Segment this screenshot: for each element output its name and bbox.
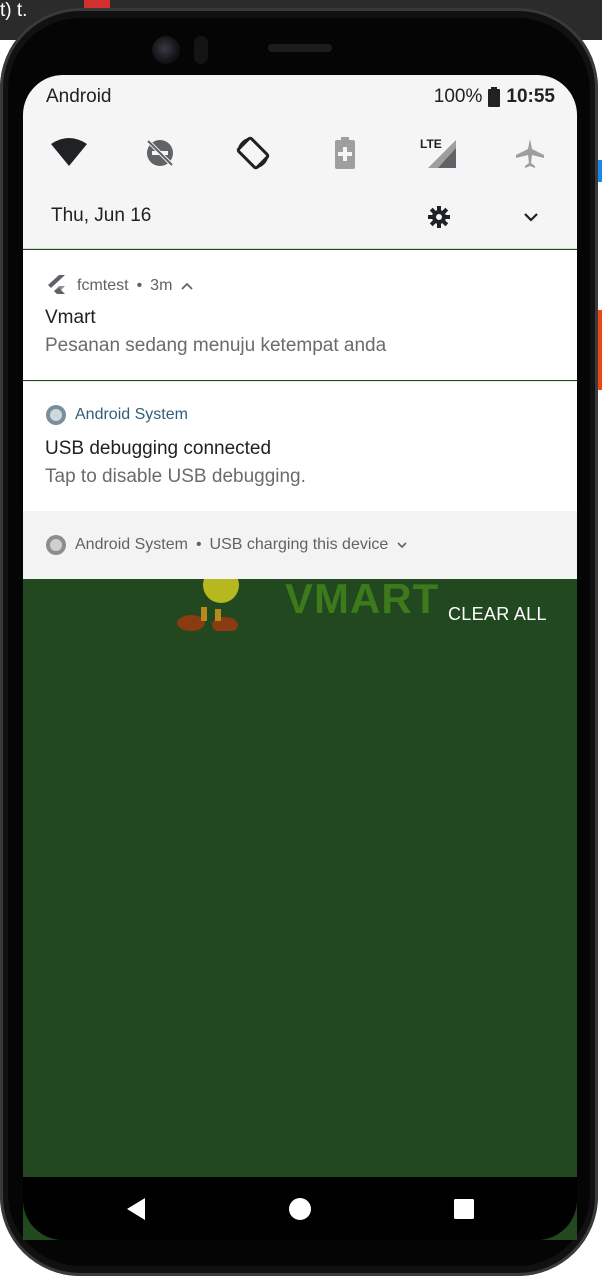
battery-icon [488, 87, 501, 107]
earpiece-speaker [268, 44, 332, 52]
separator-dot: • [136, 277, 143, 294]
notification-app-name: fcmtest [77, 277, 129, 294]
notification-usb-debugging[interactable]: Android System USB debugging connected T… [23, 381, 577, 512]
recents-icon [454, 1198, 474, 1219]
do-not-disturb-off-icon[interactable] [138, 131, 182, 175]
separator-dot: • [195, 536, 202, 553]
vmart-logo: VMART [285, 575, 440, 622]
chevron-down-icon[interactable] [396, 540, 408, 550]
back-icon [127, 1197, 145, 1220]
airplane-mode-icon[interactable] [508, 131, 552, 175]
mascot-image [177, 579, 239, 631]
settings-gear-icon[interactable] [427, 205, 451, 229]
proximity-sensor [194, 36, 208, 64]
shade-divider [23, 248, 577, 249]
android-system-icon [46, 405, 66, 425]
notification-usb-charging[interactable]: Android System • USB charging this devic… [23, 511, 577, 579]
notification-title: Vmart [45, 307, 96, 328]
expand-chevron-icon[interactable] [519, 205, 543, 229]
notification-text: Tap to disable USB debugging. [45, 466, 306, 487]
chevron-up-icon[interactable] [180, 281, 194, 291]
clear-all-button[interactable]: CLEAR ALL [448, 604, 547, 625]
mobile-data-lte-icon[interactable]: LTE [416, 131, 460, 175]
notification-fcmtest[interactable]: fcmtest • 3m Vmart Pesanan sedang menuju… [23, 250, 577, 380]
recents-button[interactable] [434, 1177, 494, 1240]
notification-header: Android System • USB charging this devic… [45, 534, 408, 556]
wifi-icon[interactable] [47, 131, 91, 175]
lte-label: LTE [420, 137, 442, 151]
quick-settings-panel: Android 100% 10:55 LTE Thu, Jun 16 [23, 75, 577, 249]
home-button[interactable] [270, 1177, 330, 1240]
back-button[interactable] [106, 1177, 166, 1240]
auto-rotate-icon[interactable] [231, 131, 275, 175]
clock: 10:55 [506, 86, 555, 107]
battery-percent: 100% [433, 86, 483, 107]
flutter-icon [48, 275, 65, 294]
notification-header: Android System [45, 404, 188, 426]
quick-settings-tiles: LTE [23, 131, 577, 175]
host-window-text: t) t. [0, 0, 28, 21]
notification-age: 3m [150, 277, 173, 294]
battery-saver-icon[interactable] [323, 131, 367, 175]
status-indicators: 100% 10:55 [434, 86, 555, 108]
notification-header: fcmtest • 3m [45, 274, 194, 298]
home-icon [289, 1197, 311, 1220]
notification-text: Pesanan sedang menuju ketempat anda [45, 335, 387, 356]
notification-app-name: Android System [75, 406, 188, 423]
notification-app-name: Android System [75, 536, 188, 553]
android-system-icon [46, 535, 66, 555]
host-window-marker [84, 0, 110, 8]
navigation-bar [23, 1177, 577, 1240]
carrier-label: Android [46, 86, 112, 107]
notification-title: USB debugging connected [45, 438, 272, 459]
screen: VMART Android 100% 10:55 LTE Thu, Jun 16… [23, 75, 577, 1240]
date-label: Thu, Jun 16 [51, 205, 152, 226]
front-camera [152, 36, 180, 64]
notification-summary: USB charging this device [209, 536, 389, 553]
